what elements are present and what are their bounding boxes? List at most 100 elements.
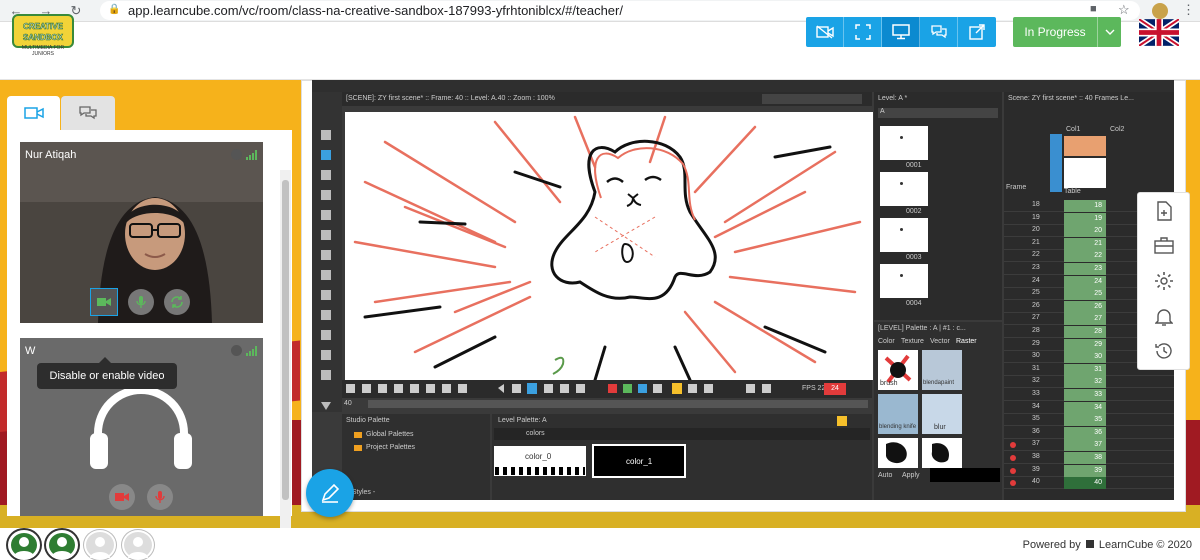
chevron-down-icon[interactable] xyxy=(1097,17,1121,47)
keyframe-marker[interactable] xyxy=(1010,442,1016,449)
xsheet-row[interactable]: 33 33 xyxy=(1004,389,1174,401)
toggle-video-button[interactable] xyxy=(90,288,118,316)
frame-thumb[interactable] xyxy=(880,218,928,252)
tab-chat[interactable] xyxy=(61,96,115,130)
frame-thumb[interactable] xyxy=(880,264,928,298)
camera-off-button[interactable] xyxy=(806,17,844,47)
col1-header[interactable]: Col1 xyxy=(1066,126,1080,133)
frame-thumb[interactable] xyxy=(880,126,928,160)
xsheet-cell[interactable]: 39 xyxy=(1064,464,1106,477)
xsheet-cell[interactable]: 18 xyxy=(1064,200,1106,212)
keyframe-marker[interactable] xyxy=(1010,467,1016,474)
scrollbar-thumb[interactable] xyxy=(282,180,289,500)
xsheet-cell[interactable]: 25 xyxy=(1064,288,1106,301)
xsheet-cell[interactable]: 28 xyxy=(1064,326,1106,338)
xsheet-cell[interactable]: 38 xyxy=(1064,452,1106,464)
url-text[interactable]: app.learncube.com/vc/room/class-na-creat… xyxy=(128,3,623,18)
xsheet-row[interactable]: 32 32 xyxy=(1004,376,1174,389)
col2-header[interactable]: Col2 xyxy=(1110,126,1124,133)
drawing-tools[interactable] xyxy=(312,92,342,412)
keyframe-marker[interactable] xyxy=(1010,480,1016,487)
refresh-stream-button[interactable] xyxy=(164,289,190,315)
palette-tab-vector[interactable]: Vector xyxy=(930,338,950,345)
frame-track[interactable] xyxy=(368,400,868,408)
add-document-button[interactable] xyxy=(1152,199,1176,223)
scrollbar[interactable] xyxy=(280,170,291,545)
history-button[interactable] xyxy=(1152,339,1176,363)
palette-tab-texture[interactable]: Texture xyxy=(901,338,924,345)
xsheet-row[interactable]: 35 35 xyxy=(1004,414,1174,427)
frame-thumb[interactable] xyxy=(880,172,928,206)
profile-avatar[interactable] xyxy=(1152,3,1168,19)
xsheet-cell[interactable]: 37 xyxy=(1064,439,1106,452)
playback-controls[interactable] xyxy=(346,383,786,395)
xsheet-cell[interactable]: 27 xyxy=(1064,313,1106,326)
progress-status-button[interactable]: In Progress xyxy=(1013,17,1121,47)
xsheet-cell[interactable]: 32 xyxy=(1064,376,1106,389)
bookmark-star-icon[interactable]: ☆ xyxy=(1118,2,1130,18)
color-chip-1[interactable]: color_1 xyxy=(592,444,686,478)
empty-seat-avatar[interactable] xyxy=(84,530,116,560)
xsheet-cell[interactable]: 33 xyxy=(1064,389,1106,401)
empty-seat-avatar[interactable] xyxy=(122,530,154,560)
xsheet-cell[interactable]: 20 xyxy=(1064,225,1106,238)
project-palettes-item[interactable]: Project Palettes xyxy=(366,444,415,451)
uk-flag-icon[interactable] xyxy=(1139,19,1179,46)
brush-swatch[interactable]: brush xyxy=(878,350,918,390)
brush-swatch[interactable]: blendapaint xyxy=(922,350,962,390)
xsheet-cell[interactable]: 23 xyxy=(1064,263,1106,275)
xsheet-cell[interactable]: 35 xyxy=(1064,414,1106,427)
palette-tab-raster[interactable]: Raster xyxy=(956,338,977,345)
open-external-button[interactable] xyxy=(958,17,996,47)
brush-swatch[interactable]: blending knife xyxy=(878,394,918,434)
auto-button[interactable]: Auto xyxy=(878,472,892,479)
palette-tab-color[interactable]: Color xyxy=(878,338,895,345)
camera-indicator-icon[interactable]: ■ xyxy=(1090,3,1097,15)
color-chip-0[interactable]: color_0 xyxy=(494,446,586,476)
lock-icon[interactable] xyxy=(837,416,847,426)
xsheet-cell[interactable]: 29 xyxy=(1064,338,1106,351)
fps-value[interactable]: 24 xyxy=(824,383,846,395)
xsheet-cell[interactable]: 24 xyxy=(1064,275,1106,288)
xsheet-cell[interactable]: 26 xyxy=(1064,300,1106,313)
apply-button[interactable]: Apply xyxy=(902,472,920,479)
settings-button[interactable] xyxy=(1152,269,1176,293)
xsheet-cell[interactable]: 34 xyxy=(1064,401,1106,414)
annotate-button[interactable] xyxy=(306,469,354,517)
drawing-canvas[interactable] xyxy=(345,112,873,382)
xsheet-cell[interactable]: 21 xyxy=(1064,237,1106,250)
xsheet-cell[interactable]: 40 xyxy=(1064,477,1106,490)
global-palettes-item[interactable]: Global Palettes xyxy=(366,431,413,438)
tab-video[interactable] xyxy=(7,96,60,130)
brush-swatch[interactable]: blur xyxy=(922,394,962,434)
toolbox-button[interactable] xyxy=(1152,233,1176,257)
toggle-video-button[interactable] xyxy=(109,484,135,510)
brush-swatch[interactable] xyxy=(922,438,962,468)
col1-cell[interactable] xyxy=(1064,136,1106,156)
xsheet-cell[interactable]: 19 xyxy=(1064,212,1106,225)
brush-swatch[interactable] xyxy=(878,438,918,468)
col1-thumb[interactable] xyxy=(1064,158,1106,188)
toggle-mic-button[interactable] xyxy=(147,484,173,510)
screen-share-button[interactable] xyxy=(882,17,920,47)
level-dropdown[interactable]: A xyxy=(878,108,998,118)
chat-button[interactable] xyxy=(920,17,958,47)
viewer-controls[interactable] xyxy=(762,94,862,104)
xsheet-row[interactable]: 39 39 xyxy=(1004,464,1174,477)
participant-avatar[interactable] xyxy=(8,530,40,560)
fullscreen-button[interactable] xyxy=(844,17,882,47)
participant-avatar[interactable] xyxy=(46,530,78,560)
frame-field[interactable]: 40 xyxy=(344,400,352,407)
xsheet-row[interactable]: 40 40 xyxy=(1004,477,1174,490)
xsheet-cell[interactable]: 31 xyxy=(1064,363,1106,376)
colors-tab[interactable]: colors xyxy=(526,430,545,437)
camera-column[interactable] xyxy=(1050,134,1062,192)
xsheet-row[interactable]: 37 37 xyxy=(1004,439,1174,452)
keyframe-marker[interactable] xyxy=(1010,455,1016,461)
frame-slider[interactable]: 40 xyxy=(342,398,872,410)
menu-icon[interactable]: ⋮ xyxy=(1182,2,1195,18)
xsheet-row[interactable]: 38 38 xyxy=(1004,452,1174,464)
notifications-button[interactable] xyxy=(1152,305,1176,329)
xsheet-row[interactable]: 36 36 xyxy=(1004,426,1174,439)
xsheet-cell[interactable]: 30 xyxy=(1064,351,1106,364)
